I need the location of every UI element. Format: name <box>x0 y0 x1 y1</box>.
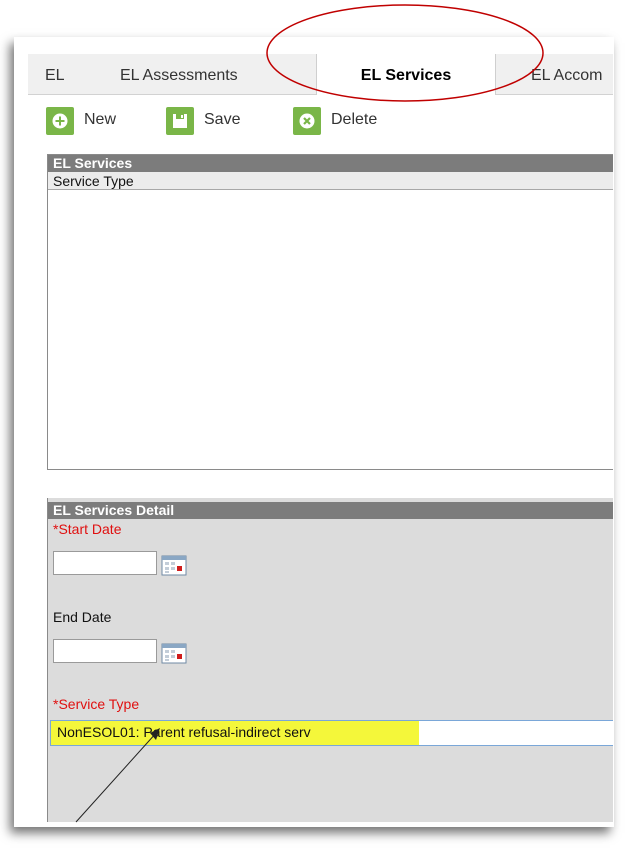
el-services-page: EL EL Assessments EL Services EL Accom N… <box>28 44 613 822</box>
tab-el-services[interactable]: EL Services <box>316 54 496 95</box>
tab-el[interactable]: EL <box>45 54 65 94</box>
toolbar: New Save Delete <box>28 95 613 143</box>
start-date-label: *Start Date <box>53 521 122 537</box>
tab-el-accommodations[interactable]: EL Accom <box>531 54 602 94</box>
new-label: New <box>84 111 117 128</box>
services-grid-title: EL Services <box>48 155 613 172</box>
end-date-label: End Date <box>53 609 112 625</box>
calendar-icon[interactable] <box>161 642 187 664</box>
services-grid: EL Services Service Type <box>47 154 613 470</box>
delete-button[interactable]: Delete <box>293 107 403 135</box>
save-button[interactable]: Save <box>166 107 266 135</box>
tab-el-assessments[interactable]: EL Assessments <box>120 54 238 94</box>
service-type-value: NonESOL01: Parent refusal-indirect serv <box>57 724 311 740</box>
new-button[interactable]: New <box>46 107 136 135</box>
end-date-field[interactable] <box>53 639 157 663</box>
save-label: Save <box>204 111 241 128</box>
plus-icon <box>46 107 74 135</box>
service-type-label: *Service Type <box>53 696 140 712</box>
delete-label: Delete <box>331 111 378 128</box>
services-detail-title: EL Services Detail <box>48 502 613 519</box>
column-header-service-type[interactable]: Service Type <box>48 172 613 190</box>
save-icon <box>166 107 194 135</box>
tab-bar: EL EL Assessments EL Services EL Accom <box>28 54 613 95</box>
start-date-field[interactable] <box>53 551 157 575</box>
service-type-select[interactable]: NonESOL01: Parent refusal-indirect serv <box>50 720 613 746</box>
services-detail-panel: EL Services Detail *Start Date End Date … <box>47 498 613 822</box>
calendar-icon[interactable] <box>161 554 187 576</box>
delete-icon <box>293 107 321 135</box>
